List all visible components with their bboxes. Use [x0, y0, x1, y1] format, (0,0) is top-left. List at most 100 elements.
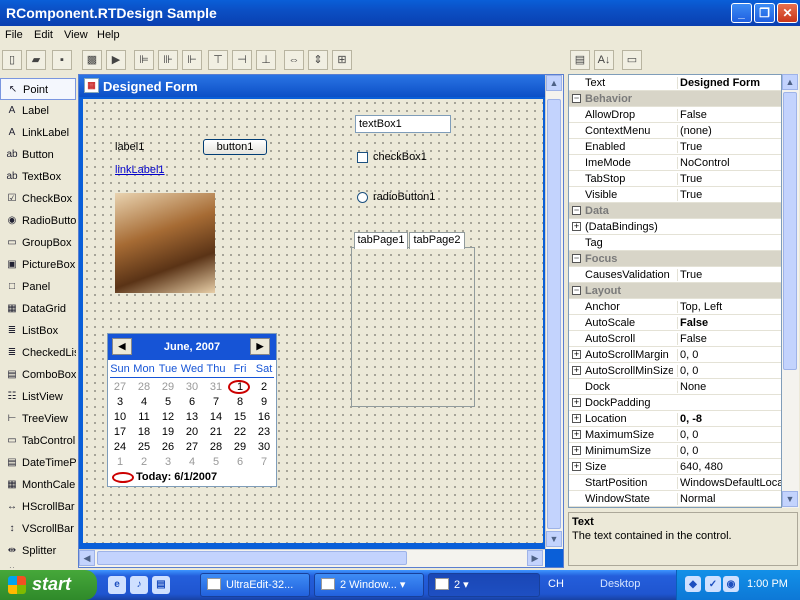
calendar-day[interactable]: 24 [108, 441, 132, 453]
property-value[interactable]: True [677, 189, 781, 201]
calendar-day[interactable]: 27 [108, 381, 132, 393]
calendar-day[interactable]: 3 [156, 456, 180, 468]
toolbox-item-groupbox[interactable]: ▭ GroupBox [0, 232, 76, 254]
align-right-icon[interactable]: ⊩ [182, 50, 202, 70]
calendar-day[interactable]: 5 [156, 396, 180, 408]
picture-box-anime-avatar[interactable] [115, 193, 215, 293]
property-row-dock[interactable]: Dock None [569, 379, 781, 395]
property-value[interactable]: 0, 0 [677, 445, 781, 457]
calendar-month[interactable]: June, 2007 [164, 341, 220, 353]
toolbox-item-label[interactable]: A Label [0, 100, 76, 122]
property-value[interactable]: True [677, 269, 781, 281]
property-category-data[interactable]: − Data [569, 203, 781, 219]
desktop-toolbar[interactable]: Desktop [600, 578, 640, 590]
toolbox-item-vscrollbar[interactable]: ↕ VScrollBar [0, 518, 76, 540]
task-windows-group[interactable]: 2 Window... ▾ [314, 573, 424, 597]
tab-control[interactable]: tabPage1 tabPage2 [351, 232, 475, 407]
align-center-icon[interactable]: ⊪ [158, 50, 178, 70]
property-pages-icon[interactable]: ▭ [622, 50, 642, 70]
collapse-icon[interactable]: − [572, 286, 581, 295]
calendar-day[interactable]: 31 [204, 381, 228, 393]
expand-icon[interactable]: + [572, 446, 581, 455]
calendar-day[interactable]: 30 [180, 381, 204, 393]
align-middle-icon[interactable]: ⊣ [232, 50, 252, 70]
expand-icon[interactable]: + [572, 350, 581, 359]
calendar-day[interactable]: 29 [156, 381, 180, 393]
toolbox-item-checkbox[interactable]: ☑ CheckBox [0, 188, 76, 210]
toolbox-item-textbox[interactable]: ab TextBox [0, 166, 76, 188]
calendar-today[interactable]: Today: 6/1/2007 [136, 471, 217, 483]
toolbox-item-datetimepicker[interactable]: ▤ DateTimePicker [0, 452, 76, 474]
calendar-day[interactable]: 29 [228, 441, 252, 453]
property-row-startposition[interactable]: StartPosition WindowsDefaultLocation [569, 475, 781, 491]
docs-icon[interactable]: ▤ [152, 576, 170, 594]
align-left-icon[interactable]: ⊫ [134, 50, 154, 70]
menu-file[interactable]: File [5, 29, 23, 41]
toolbox-item-panel[interactable]: □ Panel [0, 276, 76, 298]
next-month-icon[interactable]: ▶ [250, 338, 270, 355]
start-button[interactable]: start [0, 570, 97, 600]
expand-icon[interactable]: + [572, 414, 581, 423]
scroll-right-icon[interactable]: ▶ [527, 550, 543, 566]
clock[interactable]: 1:00 PM [747, 578, 788, 590]
property-value[interactable]: Designed Form [677, 77, 781, 89]
form-canvas[interactable]: label1 button1 linkLabel1 textBox1 check… [83, 99, 543, 543]
calendar-day[interactable]: 30 [252, 441, 276, 453]
calendar-day[interactable]: 26 [156, 441, 180, 453]
calendar-day[interactable]: 1 [108, 456, 132, 468]
tab-page2[interactable]: tabPage2 [409, 232, 465, 249]
calendar-day[interactable]: 23 [252, 426, 276, 438]
property-row-location[interactable]: + Location 0, -8 [569, 411, 781, 427]
align-bottom-icon[interactable]: ⊥ [256, 50, 276, 70]
toolbox-item-button[interactable]: ab Button [0, 144, 76, 166]
calendar-day[interactable]: 12 [156, 411, 180, 423]
calendar-day[interactable]: 13 [180, 411, 204, 423]
textbox1[interactable]: textBox1 [355, 115, 451, 133]
menu-help[interactable]: Help [97, 29, 120, 41]
tray-app-icon[interactable]: ◆ [685, 576, 701, 592]
scroll-down-icon[interactable]: ▼ [546, 531, 562, 547]
collapse-icon[interactable]: − [572, 254, 581, 263]
menu-view[interactable]: View [64, 29, 88, 41]
toolbox-item-listview[interactable]: ☷ ListView [0, 386, 76, 408]
toolbox-item-treeview[interactable]: ⊢ TreeView [0, 408, 76, 430]
calendar-day[interactable]: 2 [132, 456, 156, 468]
props-scroll-thumb[interactable] [783, 92, 797, 370]
calendar-day[interactable]: 4 [180, 456, 204, 468]
open-folder-icon[interactable]: ▰ [26, 50, 46, 70]
minimize-button[interactable]: _ [731, 3, 752, 23]
toolbox-item-datagrid[interactable]: ▦ DataGrid [0, 298, 76, 320]
property-value[interactable]: 0, 0 [677, 365, 781, 377]
property-row-imemode[interactable]: ImeMode NoControl [569, 155, 781, 171]
new-file-icon[interactable]: ▯ [2, 50, 22, 70]
calendar-day[interactable]: 19 [156, 426, 180, 438]
vertical-scroll-thumb[interactable] [547, 99, 561, 529]
media-icon[interactable]: ♪ [130, 576, 148, 594]
property-row-autoscrollmargin[interactable]: + AutoScrollMargin 0, 0 [569, 347, 781, 363]
calendar-day[interactable]: 3 [108, 396, 132, 408]
property-row-causesvalidation[interactable]: CausesValidation True [569, 267, 781, 283]
language-indicator[interactable]: CH [548, 578, 564, 590]
property-category-behavior[interactable]: − Behavior [569, 91, 781, 107]
toolbox-item-domainupdown[interactable]: ⇅DomainUpDown [0, 562, 76, 568]
same-width-icon[interactable]: ⇔ [284, 50, 304, 70]
calendar-day[interactable]: 25 [132, 441, 156, 453]
window-title-bar[interactable]: RComponent.RTDesign Sample _ ❐ ✕ [0, 0, 800, 26]
calendar-day[interactable]: 6 [180, 396, 204, 408]
radiobutton1-circle[interactable] [357, 192, 368, 203]
prev-month-icon[interactable]: ◀ [112, 338, 132, 355]
tray-network-icon[interactable]: ✓ [705, 576, 721, 592]
run-icon[interactable]: ▶ [106, 50, 126, 70]
property-row-size[interactable]: + Size 640, 480 [569, 459, 781, 475]
property-value[interactable]: Normal [677, 493, 781, 505]
horizontal-scroll-thumb[interactable] [97, 551, 407, 565]
checkbox1-label[interactable]: checkBox1 [373, 151, 427, 163]
maximize-button[interactable]: ❐ [754, 3, 775, 23]
calendar-day[interactable]: 4 [132, 396, 156, 408]
calendar-day[interactable]: 16 [252, 411, 276, 423]
property-row-databindings[interactable]: + (DataBindings) [569, 219, 781, 235]
scroll-left-icon[interactable]: ◀ [79, 550, 95, 566]
calendar-day[interactable]: 2 [252, 381, 276, 393]
property-row-windowstate[interactable]: WindowState Normal [569, 491, 781, 507]
calendar-day[interactable]: 21 [204, 426, 228, 438]
